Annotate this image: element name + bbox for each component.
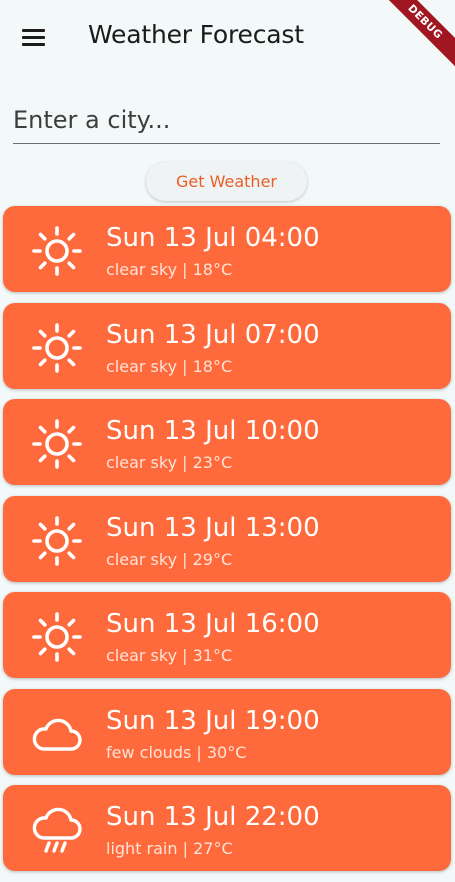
forecast-card[interactable]: Sun 13 Jul 04:00 clear sky | 18°C <box>3 206 451 292</box>
forecast-summary: light rain | 27°C <box>106 839 233 858</box>
menu-icon[interactable] <box>22 27 46 47</box>
forecast-time: Sun 13 Jul 19:00 <box>106 705 320 736</box>
forecast-time: Sun 13 Jul 22:00 <box>106 802 320 832</box>
forecast-card[interactable]: Sun 13 Jul 13:00 clear sky | 29°C <box>3 495 451 582</box>
forecast-list: Sun 13 Jul 04:00 clear sky | 18°C Sun 13 J… <box>3 206 451 882</box>
forecast-time: Sun 13 Jul 13:00 <box>106 512 320 543</box>
sun-icon <box>31 322 83 374</box>
app-bar: Weather Forecast <box>0 0 455 76</box>
forecast-time: Sun 13 Jul 07:00 <box>106 319 320 350</box>
forecast-summary: clear sky | 18°C <box>106 356 233 376</box>
rain-icon <box>31 804 83 856</box>
forecast-card[interactable]: Sun 13 Jul 10:00 clear sky | 23°C <box>3 399 451 485</box>
forecast-summary: clear sky | 18°C <box>106 260 233 279</box>
forecast-summary: clear sky | 29°C <box>106 549 233 569</box>
get-weather-button[interactable]: Get Weather <box>146 162 307 201</box>
forecast-card[interactable]: Sun 13 Jul 07:00 clear sky | 18°C <box>3 302 451 389</box>
forecast-time: Sun 13 Jul 16:00 <box>106 609 320 639</box>
forecast-summary: few clouds | 30°C <box>106 742 247 762</box>
cloud-icon <box>31 708 83 760</box>
forecast-time: Sun 13 Jul 04:00 <box>106 223 320 253</box>
forecast-card[interactable]: Sun 13 Jul 16:00 clear sky | 31°C <box>3 592 451 678</box>
sun-icon <box>31 611 83 663</box>
forecast-time: Sun 13 Jul 10:00 <box>106 416 320 446</box>
page-title: Weather Forecast <box>88 20 304 49</box>
sun-icon <box>31 515 83 567</box>
forecast-card[interactable]: Sun 13 Jul 19:00 few clouds | 30°C <box>3 688 451 775</box>
city-search-input[interactable] <box>13 96 440 144</box>
forecast-summary: clear sky | 23°C <box>106 453 233 472</box>
forecast-summary: clear sky | 31°C <box>106 646 233 665</box>
sun-icon <box>31 225 83 277</box>
sun-icon <box>31 418 83 470</box>
forecast-card[interactable]: Sun 13 Jul 22:00 light rain | 27°C <box>3 785 451 871</box>
